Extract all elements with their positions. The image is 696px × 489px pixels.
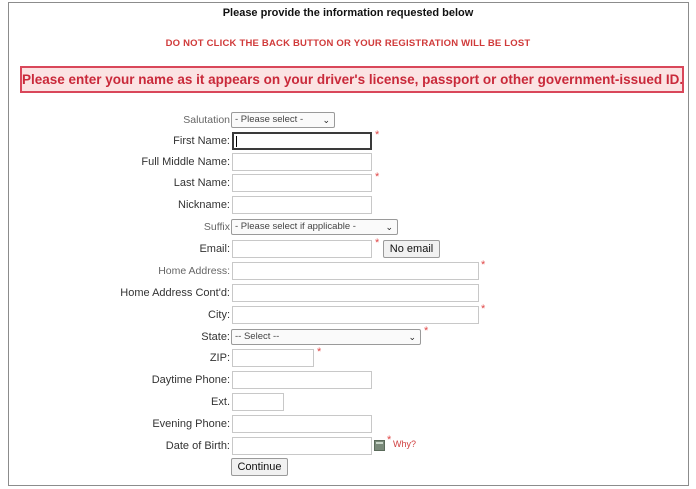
last-name-row: Last Name: * — [0, 171, 696, 194]
continue-button[interactable]: Continue — [231, 458, 288, 476]
city-row: City: * — [0, 303, 696, 326]
salutation-row: Salutation - Please select - ⌄ — [0, 111, 696, 131]
ext-row: Ext. — [0, 393, 696, 413]
city-label: City: — [208, 309, 230, 321]
salutation-select[interactable]: - Please select - ⌄ — [231, 112, 335, 128]
evening-phone-input[interactable] — [232, 415, 372, 433]
email-row: Email: * No email — [0, 237, 696, 260]
required-marker: * — [387, 434, 392, 446]
dob-input[interactable] — [232, 437, 372, 455]
zip-input[interactable] — [232, 349, 314, 367]
no-email-button[interactable]: No email — [383, 240, 440, 258]
nickname-label: Nickname: — [178, 199, 230, 211]
first-name-label: First Name: — [173, 135, 230, 147]
home-address-input[interactable] — [232, 262, 479, 280]
daytime-phone-row: Daytime Phone: — [0, 371, 696, 391]
chevron-down-icon: ⌄ — [385, 222, 393, 232]
suffix-select[interactable]: - Please select if applicable - ⌄ — [231, 219, 398, 235]
suffix-row: Suffix - Please select if applicable - ⌄ — [0, 218, 696, 238]
back-button-warning: DO NOT CLICK THE BACK BUTTON OR YOUR REG… — [165, 38, 531, 49]
suffix-label: Suffix — [203, 221, 230, 233]
middle-name-input[interactable] — [232, 153, 372, 171]
state-row: State: -- Select -- ⌄ * — [0, 325, 696, 348]
city-input[interactable] — [232, 306, 479, 324]
continue-row: Continue — [0, 458, 696, 478]
evening-phone-row: Evening Phone: — [0, 415, 696, 435]
email-input[interactable] — [232, 240, 372, 258]
why-link[interactable]: Why? — [393, 439, 416, 449]
page-title: Please provide the information requested… — [222, 7, 474, 19]
name-notice: Please enter your name as it appears on … — [20, 66, 684, 93]
home-address2-row: Home Address Cont'd: — [0, 284, 696, 304]
home-address2-input[interactable] — [232, 284, 479, 302]
daytime-phone-label: Daytime Phone: — [151, 374, 230, 386]
chevron-down-icon: ⌄ — [408, 332, 416, 342]
salutation-label: Salutation — [183, 114, 230, 126]
evening-phone-label: Evening Phone: — [152, 418, 230, 430]
ext-input[interactable] — [232, 393, 284, 411]
nickname-input[interactable] — [232, 196, 372, 214]
dob-label: Date of Birth: — [165, 440, 230, 452]
nickname-row: Nickname: — [0, 196, 696, 216]
required-marker: * — [317, 346, 322, 358]
salutation-selected: - Please select - — [235, 114, 304, 125]
middle-name-label: Full Middle Name: — [141, 156, 230, 168]
middle-name-row: Full Middle Name: — [0, 153, 696, 173]
first-name-row: First Name: * — [0, 129, 696, 152]
dob-row: Date of Birth: * Why? — [0, 434, 696, 457]
suffix-selected: - Please select if applicable - — [235, 221, 356, 232]
required-marker: * — [481, 303, 486, 315]
calendar-icon[interactable] — [374, 440, 385, 451]
daytime-phone-input[interactable] — [232, 371, 372, 389]
last-name-input[interactable] — [232, 174, 372, 192]
home-address2-label: Home Address Cont'd: — [120, 287, 230, 299]
required-marker: * — [375, 171, 380, 183]
required-marker: * — [481, 259, 486, 271]
first-name-input[interactable] — [232, 132, 372, 150]
zip-row: ZIP: * — [0, 346, 696, 369]
required-marker: * — [424, 325, 429, 337]
text-caret — [236, 136, 237, 147]
state-selected: -- Select -- — [235, 331, 280, 342]
required-marker: * — [375, 129, 380, 141]
ext-label: Ext. — [211, 396, 230, 408]
last-name-label: Last Name: — [173, 177, 230, 189]
zip-label: ZIP: — [209, 352, 230, 364]
home-address-label: Home Address: — [158, 265, 230, 277]
email-label: Email: — [199, 243, 230, 255]
state-label: State: — [201, 331, 230, 343]
state-select[interactable]: -- Select -- ⌄ — [231, 329, 421, 345]
required-marker: * — [375, 237, 380, 249]
chevron-down-icon: ⌄ — [322, 115, 330, 125]
home-address-row: Home Address: * — [0, 259, 696, 282]
